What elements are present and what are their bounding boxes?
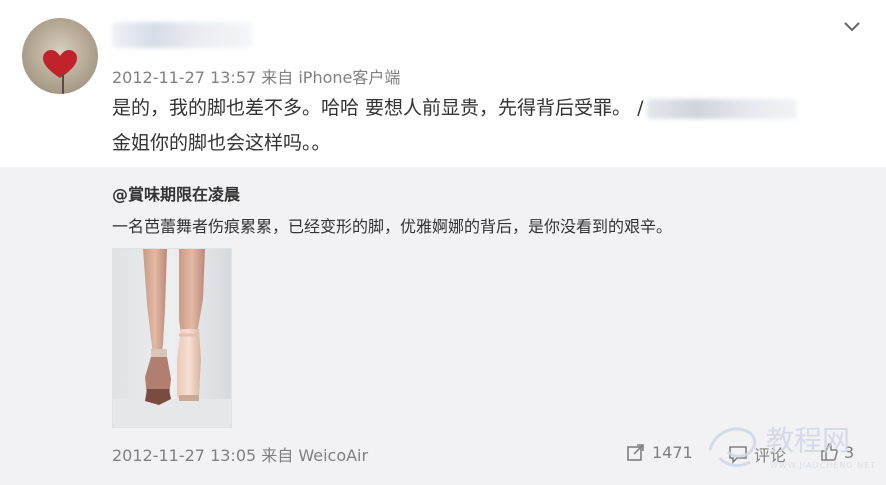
comment-button[interactable]: 评论: [728, 442, 786, 466]
post-text-line1: 是的，我的脚也差不多。哈哈 要想人前显贵，先得背后受罪。 /: [112, 95, 872, 121]
avatar-stem: [62, 73, 64, 94]
share-button[interactable]: 1471: [626, 442, 693, 462]
share-icon: [627, 444, 644, 461]
username-blurred: [112, 22, 252, 48]
post-meta: 2012-11-27 13:57 来自 iPhone客户端: [112, 68, 401, 87]
blurred-mention: [647, 98, 798, 119]
repost-text: 一名芭蕾舞者伤痕累累，已经变形的脚，优雅婀娜的背后，是你没看到的艰辛。: [112, 217, 673, 236]
like-count: 3: [844, 442, 855, 462]
like-icon: [821, 443, 838, 461]
ballet-feet-photo[interactable]: [112, 248, 232, 428]
comment-icon: [729, 446, 747, 464]
chevron-down-icon[interactable]: [842, 16, 862, 36]
repost-meta: 2012-11-27 13:05 来自 WeicoAir: [112, 446, 369, 465]
original-post: 2012-11-27 13:57 来自 iPhone客户端 是的，我的脚也差不多…: [0, 0, 886, 167]
share-count: 1471: [652, 442, 693, 462]
repost-author-link[interactable]: @賞味期限在凌晨: [112, 181, 240, 205]
ballet-feet-image: [113, 249, 231, 427]
post-text-line2: 金姐你的脚也会这样吗。。: [112, 132, 331, 154]
heart-avatar-image: [43, 50, 77, 78]
post-text-line1-content: 是的，我的脚也差不多。哈哈 要想人前显贵，先得背后受罪。 /: [112, 97, 644, 119]
comment-label: 评论: [754, 446, 787, 465]
like-button[interactable]: 3: [820, 442, 854, 462]
avatar[interactable]: [22, 18, 98, 94]
